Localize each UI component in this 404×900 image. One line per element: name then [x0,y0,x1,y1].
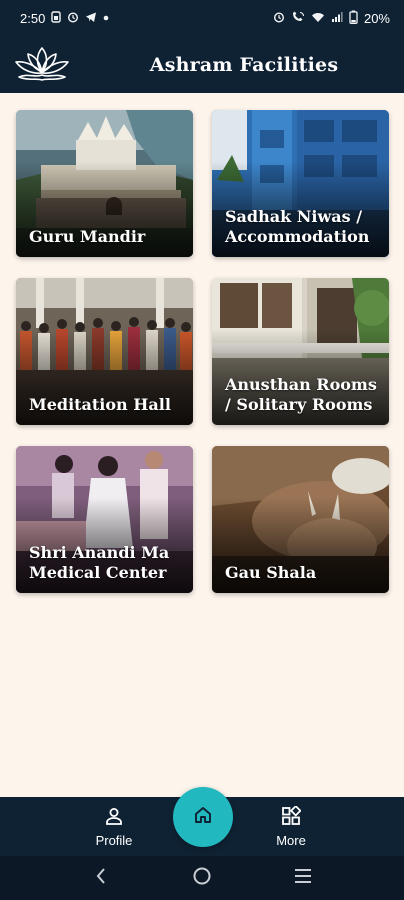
card-label: Meditation Hall [29,395,171,414]
facility-card-medical-center[interactable]: Shri Anandi Ma Medical Center [16,446,193,593]
system-nav-bar [0,856,404,900]
facility-card-anusthan-rooms[interactable]: Anusthan Rooms / Solitary Rooms [212,278,389,425]
home-system-button[interactable] [182,863,222,893]
sim-icon [51,10,62,26]
signal-icon [331,11,343,26]
status-right: 20% [273,10,390,27]
dot-icon [103,12,109,24]
lotus-logo[interactable] [13,44,71,84]
back-chevron-icon [95,867,107,890]
card-label: Shri Anandi Ma Medical Center [29,543,170,582]
recents-button[interactable] [283,863,323,893]
person-icon [104,806,124,829]
facility-grid: Guru Mandir Sadhak Niwas / Accommodation [16,110,389,593]
grid-more-icon [281,804,302,829]
app-header: Ashram Facilities [0,36,404,93]
battery-icon [349,10,358,27]
nav-profile-button[interactable]: Profile [74,806,154,848]
home-icon [193,805,213,830]
status-bar: 2:50 20% [0,0,404,36]
circle-home-icon [192,866,212,891]
facility-card-gau-shala[interactable]: Gau Shala [212,446,389,593]
card-label: Anusthan Rooms / Solitary Rooms [225,375,377,414]
battery-percent: 20% [363,10,390,26]
facility-card-guru-mandir[interactable]: Guru Mandir [16,110,193,257]
alarm-icon [67,11,79,26]
nav-more-button[interactable]: More [251,804,331,848]
card-label: Sadhak Niwas / Accommodation [225,207,370,246]
nav-more-label: More [276,833,306,848]
home-button[interactable] [173,787,233,847]
alarm-icon [273,11,285,26]
facility-card-sadhak-niwas[interactable]: Sadhak Niwas / Accommodation [212,110,389,257]
wifi-icon [311,11,325,26]
status-time: 2:50 [20,10,46,26]
menu-lines-icon [293,868,313,889]
telegram-icon [85,11,97,26]
back-button[interactable] [81,863,121,893]
wifi-calling-icon [291,11,305,26]
facility-card-meditation-hall[interactable]: Meditation Hall [16,278,193,425]
nav-profile-label: Profile [95,833,133,848]
status-left: 2:50 [20,11,109,26]
card-label: Guru Mandir [29,227,146,246]
card-label: Gau Shala [225,563,317,582]
